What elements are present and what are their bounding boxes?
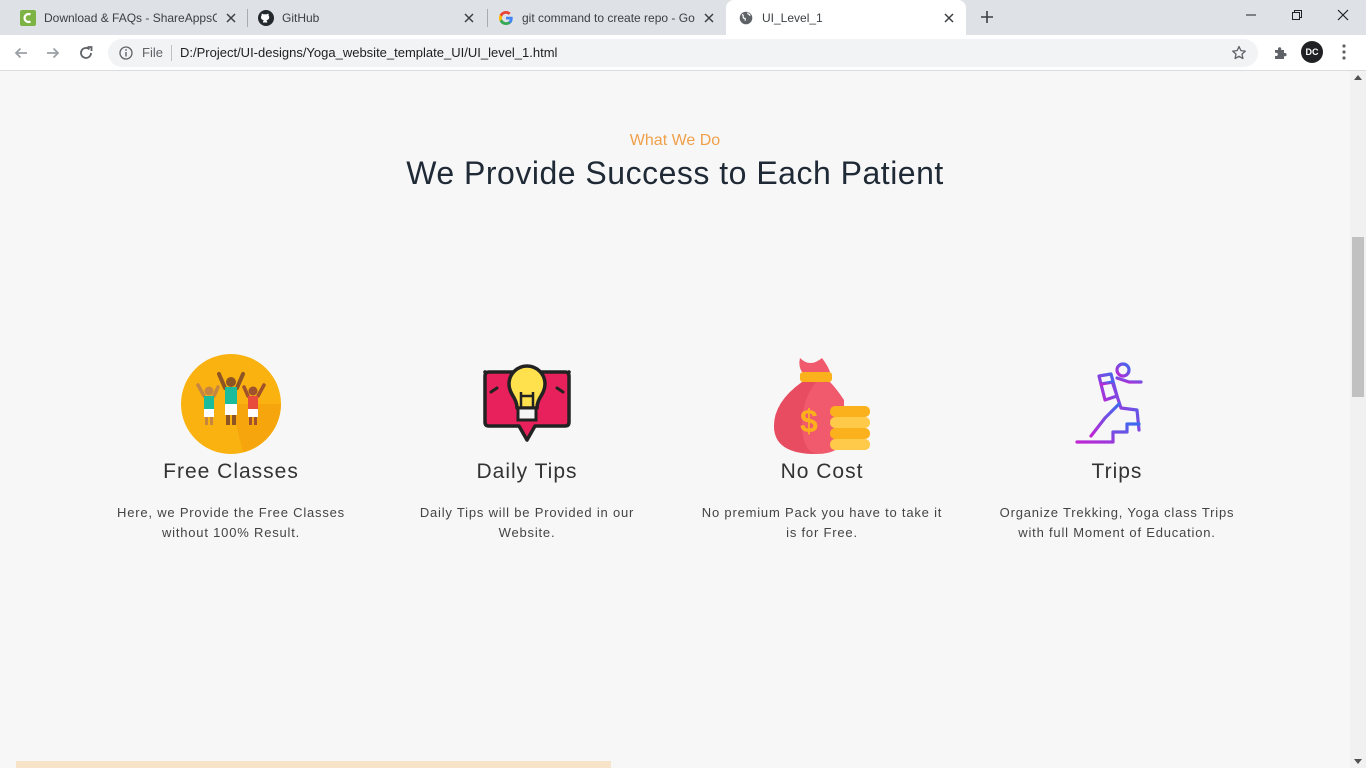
service-title: Trips bbox=[1091, 460, 1143, 483]
group-celebration-icon bbox=[181, 354, 281, 454]
profile-avatar[interactable]: DC bbox=[1301, 41, 1323, 63]
info-icon[interactable] bbox=[118, 45, 134, 61]
close-tab-icon[interactable] bbox=[701, 10, 717, 26]
minimize-icon bbox=[1246, 14, 1256, 16]
address-bar[interactable]: File D:/Project/UI-designs/Yoga_website_… bbox=[108, 39, 1258, 67]
close-tab-icon[interactable] bbox=[461, 10, 477, 26]
tab-ui-level-1[interactable]: UI_Level_1 bbox=[726, 0, 966, 35]
hiker-icon bbox=[1067, 354, 1167, 454]
kebab-menu-icon bbox=[1342, 44, 1346, 60]
github-icon bbox=[258, 9, 274, 26]
service-card-trips: Trips Organize Trekking, Yoga class Trip… bbox=[987, 354, 1247, 543]
close-icon bbox=[1337, 9, 1349, 21]
forward-arrow-icon bbox=[47, 47, 60, 59]
svg-text:$: $ bbox=[800, 403, 818, 439]
forward-button[interactable] bbox=[40, 40, 66, 66]
menu-button[interactable] bbox=[1336, 42, 1352, 62]
reload-icon bbox=[80, 46, 93, 59]
close-tab-icon[interactable] bbox=[941, 10, 957, 26]
tab-title: Download & FAQs - ShareAppsC bbox=[44, 10, 217, 25]
extensions-button[interactable] bbox=[1270, 43, 1290, 63]
scroll-up-icon[interactable] bbox=[1354, 75, 1362, 80]
close-tab-icon[interactable] bbox=[223, 10, 239, 26]
back-arrow-icon bbox=[14, 47, 27, 59]
address-divider bbox=[171, 45, 172, 61]
tab-github[interactable]: GitHub bbox=[238, 0, 486, 35]
scroll-thumb[interactable] bbox=[1352, 237, 1364, 397]
service-title: Daily Tips bbox=[476, 460, 578, 483]
tab-shareapps[interactable]: Download & FAQs - ShareAppsC bbox=[0, 0, 248, 35]
reload-button[interactable] bbox=[73, 40, 99, 66]
back-button[interactable] bbox=[8, 40, 34, 66]
scheme-label: File bbox=[142, 45, 163, 60]
page-scrollbar[interactable] bbox=[1350, 71, 1366, 768]
service-title: Free Classes bbox=[163, 460, 299, 483]
service-description: Here, we Provide the Free Classes withou… bbox=[117, 505, 345, 540]
section-headline: We Provide Success to Each Patient bbox=[406, 155, 944, 191]
section-eyebrow: What We Do bbox=[629, 132, 721, 149]
tab-title: GitHub bbox=[282, 10, 320, 25]
restore-button[interactable] bbox=[1274, 0, 1320, 30]
tab-strip: Download & FAQs - ShareAppsC GitHub git … bbox=[0, 0, 1366, 35]
close-window-button[interactable] bbox=[1320, 0, 1366, 30]
new-tab-button[interactable] bbox=[976, 6, 998, 28]
restore-icon bbox=[1292, 10, 1302, 20]
service-card-daily-tips: Daily Tips Daily Tips will be Provided i… bbox=[397, 354, 657, 543]
next-section-edge bbox=[16, 761, 611, 768]
scroll-down-icon[interactable] bbox=[1354, 759, 1362, 764]
service-description: No premium Pack you have to take it is f… bbox=[701, 505, 943, 540]
service-description: Daily Tips will be Provided in our Websi… bbox=[419, 505, 635, 540]
url-text[interactable]: D:/Project/UI-designs/Yoga_website_templ… bbox=[180, 45, 557, 60]
service-card-free-classes: Free Classes Here, we Provide the Free C… bbox=[101, 354, 361, 543]
tab-title: git command to create repo - Go bbox=[522, 10, 695, 25]
puzzle-icon bbox=[1275, 47, 1287, 59]
google-icon bbox=[498, 10, 514, 26]
tab-google-search[interactable]: git command to create repo - Go bbox=[478, 0, 726, 35]
service-description: Organize Trekking, Yoga class Trips with… bbox=[999, 505, 1235, 540]
minimize-button[interactable] bbox=[1228, 0, 1274, 30]
page-viewport: What We Do We Provide Success to Each Pa… bbox=[0, 71, 1350, 768]
service-card-no-cost: $ No Cost No premium Pack you have to ta… bbox=[692, 354, 952, 543]
globe-icon bbox=[738, 10, 754, 26]
lightbulb-icon bbox=[477, 354, 577, 454]
browser-toolbar: File D:/Project/UI-designs/Yoga_website_… bbox=[0, 35, 1366, 71]
bookmark-star-icon[interactable] bbox=[1230, 44, 1248, 62]
money-bag-icon: $ bbox=[772, 354, 872, 454]
shareapps-icon bbox=[20, 9, 36, 26]
tab-title: UI_Level_1 bbox=[762, 10, 823, 25]
service-title: No Cost bbox=[780, 460, 864, 483]
